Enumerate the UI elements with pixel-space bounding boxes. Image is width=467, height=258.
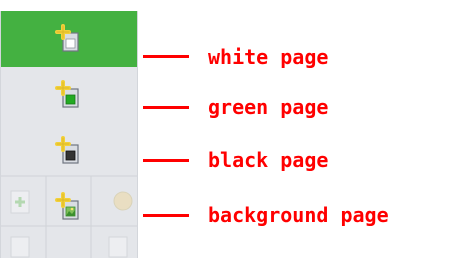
add-green-page-button[interactable] bbox=[1, 67, 137, 123]
add-white-page-icon bbox=[55, 24, 79, 52]
callout-line-black bbox=[143, 159, 189, 162]
add-white-page-button[interactable] bbox=[1, 11, 137, 67]
callout-label-white: white page bbox=[208, 45, 329, 69]
callout-label-black: black page bbox=[208, 148, 329, 172]
callout-line-background bbox=[143, 214, 189, 217]
add-black-page-button[interactable] bbox=[1, 123, 137, 179]
add-green-page-icon bbox=[55, 80, 79, 108]
page-toolbar bbox=[0, 11, 138, 258]
callout-line-green bbox=[143, 106, 189, 109]
add-background-page-button[interactable] bbox=[1, 179, 137, 235]
add-black-page-icon bbox=[55, 136, 79, 164]
add-background-page-icon bbox=[55, 192, 79, 220]
callout-line-white bbox=[143, 55, 189, 58]
callout-label-green: green page bbox=[208, 95, 329, 119]
callout-label-background: background page bbox=[208, 203, 389, 227]
